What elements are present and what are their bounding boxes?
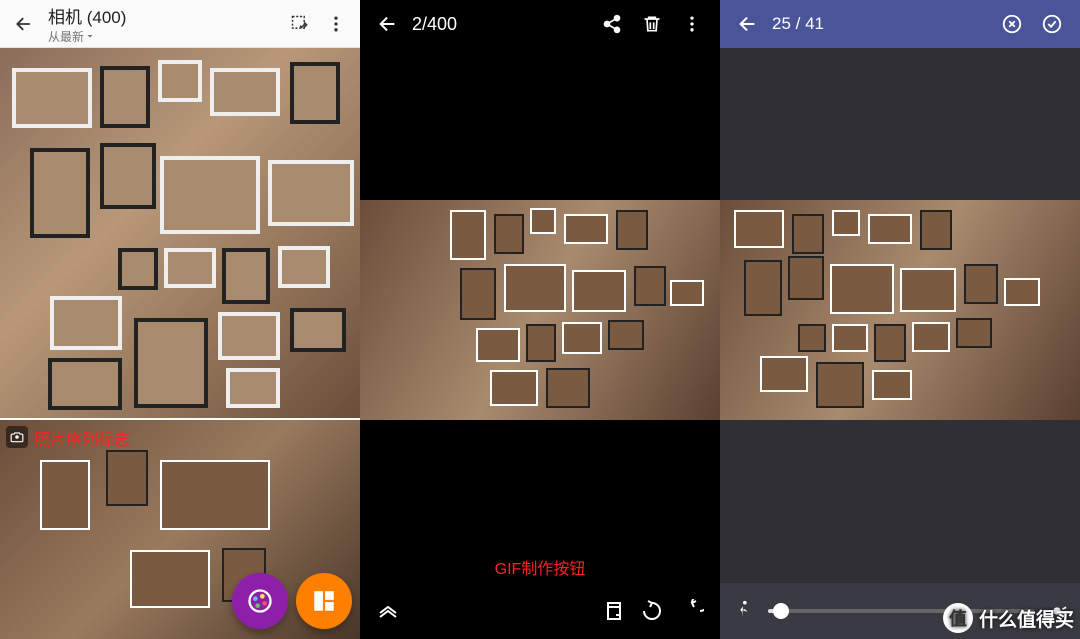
editor-header: 25 / 41 [720,0,1080,48]
annotation-label: GIF制作按钮 [360,555,720,579]
thumbnail-item[interactable] [0,48,360,418]
rotate-right-button[interactable] [672,591,712,631]
editor-panel: 25 / 41 [720,0,1080,639]
delete-button[interactable] [632,4,672,44]
back-button[interactable] [8,8,40,40]
sort-dropdown[interactable]: 从最新 [48,28,284,45]
camera-icon [10,430,24,444]
slider-thumb[interactable] [773,603,789,619]
arrow-left-icon [377,13,399,35]
watermark-badge: 值 [943,603,973,633]
album-title: 相机 (400) [48,3,284,28]
share-button[interactable] [592,4,632,44]
share-icon [602,14,622,34]
watermark-text: 什么值得买 [979,605,1074,632]
check-circle-icon [1041,13,1063,35]
viewer-header: 2/400 [360,0,720,48]
collage-icon [311,588,337,614]
overflow-menu-button[interactable] [320,8,352,40]
title-block: 相机 (400) 从最新 [48,3,284,45]
play-button[interactable] [732,599,756,623]
more-vert-icon [326,14,346,34]
frame-counter: 25 / 41 [772,14,992,34]
viewer-panel: 2/400 GIF制作按钮 [360,0,720,639]
collage-fab[interactable] [296,573,352,629]
select-icon [290,14,310,34]
rotate-left-icon [640,599,664,623]
gallery-panel: 相机 (400) 从最新 [0,0,360,639]
main-photo[interactable] [360,200,720,420]
gif-button[interactable] [592,591,632,631]
home-icon [376,599,400,623]
trash-icon [642,14,662,34]
running-icon [732,599,754,621]
back-button[interactable] [368,4,408,44]
annotation-label: 照片序列标志 [34,426,130,450]
rotate-left-button[interactable] [632,591,672,631]
viewer-toolbar [360,583,720,639]
stack-icon [600,599,624,623]
photo-wall-preview [0,48,360,418]
cancel-button[interactable] [992,4,1032,44]
arrow-left-icon [14,14,34,34]
home-button[interactable] [368,591,408,631]
thumbnail-grid: 照片序列标志 [0,48,360,639]
rotate-right-icon [680,599,704,623]
select-mode-button[interactable] [284,8,316,40]
chevron-down-icon [84,30,96,42]
palette-icon [246,587,274,615]
watermark: 值 什么值得买 [943,603,1074,633]
overflow-menu-button[interactable] [672,4,712,44]
confirm-button[interactable] [1032,4,1072,44]
back-button[interactable] [728,4,768,44]
more-vert-icon [682,14,702,34]
series-badge [6,426,28,448]
palette-fab[interactable] [232,573,288,629]
preview-photo[interactable] [720,200,1080,420]
photo-counter: 2/400 [412,14,592,35]
arrow-left-icon [737,13,759,35]
sort-label: 从最新 [48,28,84,45]
spacer [408,591,592,631]
close-circle-icon [1001,13,1023,35]
gallery-header: 相机 (400) 从最新 [0,0,360,48]
